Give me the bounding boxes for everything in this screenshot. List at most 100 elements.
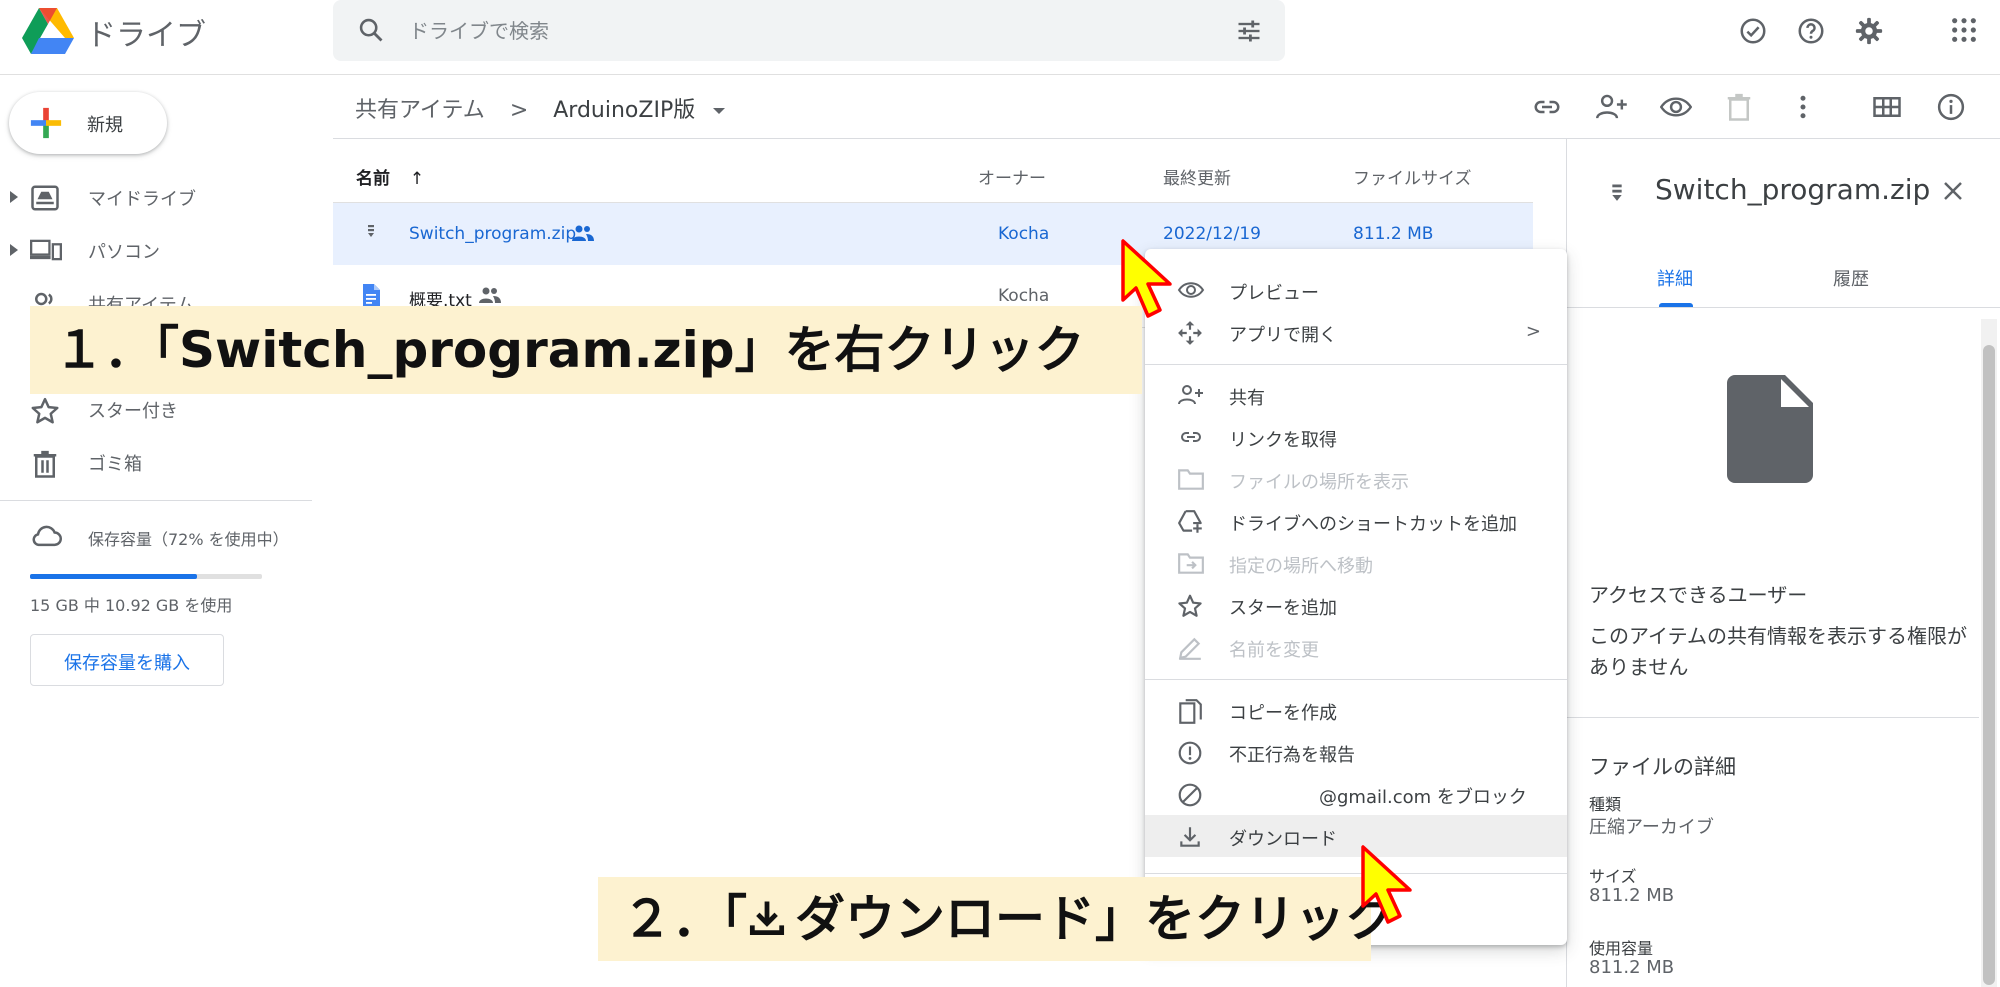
preview-eye-icon[interactable] [1660, 92, 1692, 122]
menu-item-open-with[interactable]: アプリで開く > [1145, 311, 1567, 353]
drive-logo-icon[interactable] [22, 8, 74, 54]
menu-divider [1145, 873, 1567, 874]
menu-item-label: アプリで開く [1229, 325, 1337, 346]
sidebar-item-label: パソコン [88, 242, 160, 263]
help-icon[interactable] [1796, 16, 1826, 46]
search-input[interactable] [407, 12, 1171, 50]
menu-item-get-link[interactable]: リンクを取得 [1145, 416, 1567, 458]
eye-icon [1177, 278, 1205, 302]
menu-item-label: スターを追加 [1229, 598, 1337, 619]
menu-item-block-user[interactable]: @gmail.com をブロック [1145, 773, 1567, 815]
download-icon [1177, 824, 1203, 850]
block-icon [1177, 782, 1203, 808]
menu-item-share[interactable]: 共有 [1145, 374, 1567, 416]
menu-divider [1145, 679, 1567, 680]
share-person-add-icon[interactable] [1596, 92, 1628, 122]
folder-icon [1177, 467, 1205, 491]
download-icon [745, 896, 789, 940]
close-icon[interactable] [1941, 179, 1965, 203]
menu-item-label: コピーを作成 [1229, 703, 1337, 724]
column-header-modified[interactable]: 最終更新 [1163, 164, 1231, 189]
sidebar-item-label: スター付き [88, 401, 178, 422]
column-header-label: 名前 [356, 169, 390, 189]
column-header-name[interactable]: 名前 ↑ [356, 164, 424, 189]
copy-icon [1177, 698, 1203, 726]
section-divider [1567, 717, 1979, 718]
breadcrumb: 共有アイテム > ArduinoZIP版 [355, 92, 726, 124]
star-icon [1177, 593, 1203, 619]
trash-icon [30, 449, 60, 479]
person-add-icon [1177, 383, 1205, 407]
detail-key-size: サイズ [1589, 867, 1637, 886]
cursor-arrow-icon [1360, 844, 1418, 928]
expand-caret-icon[interactable] [8, 190, 20, 204]
buy-storage-button[interactable]: 保存容量を購入 [30, 634, 224, 686]
storage-label[interactable]: 保存容量（72% を使用中） [88, 526, 289, 550]
info-icon[interactable] [1936, 92, 1966, 122]
menu-item-move: 指定の場所へ移動 [1145, 542, 1567, 584]
menu-item-add-shortcut[interactable]: ドライブへのショートカットを追加 [1145, 500, 1567, 542]
column-header-size[interactable]: ファイルサイズ [1353, 164, 1472, 189]
breadcrumb-current[interactable]: ArduinoZIP版 [553, 98, 695, 123]
expand-caret-icon[interactable] [8, 243, 20, 257]
plus-icon [29, 106, 63, 140]
breadcrumb-parent[interactable]: 共有アイテム [355, 98, 485, 123]
new-button[interactable]: 新規 [9, 92, 167, 154]
apps-grid-icon[interactable] [1950, 16, 1978, 44]
breadcrumb-separator: > [509, 98, 529, 123]
column-header-owner[interactable]: オーナー [978, 164, 1046, 189]
pencil-icon [1177, 635, 1203, 661]
detail-key-storage-used: 使用容量 [1589, 939, 1654, 958]
search-box[interactable] [333, 0, 1285, 61]
access-text: このアイテムの共有情報を表示する権限がありません [1589, 624, 1967, 679]
grid-view-icon[interactable] [1872, 92, 1902, 122]
add-shortcut-icon [1177, 509, 1205, 535]
menu-item-label: ファイルの場所を表示 [1229, 472, 1409, 493]
tab-history[interactable]: 履歴 [1833, 265, 1869, 291]
context-menu: プレビュー アプリで開く > 共有 リンクを取得 ファイルの場所を表示 ドライブ… [1145, 249, 1567, 945]
details-scrollbar[interactable] [1981, 319, 1997, 987]
sidebar-item-trash[interactable]: ゴミ箱 [0, 437, 330, 487]
sidebar-item-my-drive[interactable]: マイドライブ [0, 172, 330, 222]
new-button-label: 新規 [87, 115, 123, 136]
move-icon [1177, 551, 1205, 575]
menu-item-report-abuse[interactable]: 不正行為を報告 [1145, 731, 1567, 773]
detail-value-type: 圧縮アーカイブ [1589, 817, 1714, 838]
file-name: Switch_program.zip [409, 224, 577, 244]
search-icon[interactable] [357, 16, 385, 44]
breadcrumb-dropdown-icon[interactable] [712, 106, 726, 116]
menu-item-label: @gmail.com をブロック [1319, 787, 1527, 808]
callout-step-2-prefix: ２．「 [622, 890, 747, 948]
instruction-callout-step-1: １．「Switch_program.zip」を右クリック [30, 306, 1142, 394]
menu-item-add-star[interactable]: スターを追加 [1145, 584, 1567, 626]
more-actions-icon[interactable] [1788, 92, 1818, 122]
detail-value-size: 811.2 MB [1589, 885, 1675, 906]
remove-trash-icon[interactable] [1724, 92, 1754, 122]
file-owner: Kocha [998, 224, 1050, 244]
menu-item-preview[interactable]: プレビュー [1145, 269, 1567, 311]
menu-item-label: 不正行為を報告 [1229, 745, 1355, 766]
get-link-icon[interactable] [1532, 92, 1562, 122]
search-options-icon[interactable] [1235, 17, 1263, 45]
storage-usage-bar [30, 574, 262, 579]
ready-for-offline-icon[interactable] [1738, 16, 1768, 46]
menu-item-label: リンクを取得 [1229, 430, 1337, 451]
zip-file-icon [361, 221, 381, 245]
file-size: 811.2 MB [1353, 224, 1434, 244]
sort-arrow-icon[interactable]: ↑ [410, 169, 424, 189]
scrollbar-thumb[interactable] [1983, 345, 1995, 985]
settings-gear-icon[interactable] [1854, 16, 1884, 46]
report-icon [1177, 740, 1203, 766]
file-details-title: ファイルの詳細 [1589, 755, 1736, 779]
tab-details[interactable]: 詳細 [1657, 265, 1693, 291]
file-owner: Kocha [998, 286, 1050, 306]
product-name[interactable]: ドライブ [86, 10, 206, 54]
access-title: アクセスできるユーザー [1589, 583, 1808, 607]
callout-step-2-suffix: ダウンロード」をクリック [795, 890, 1395, 948]
zip-file-icon [1605, 181, 1629, 209]
instruction-callout-step-2: ２．「 ダウンロード」をクリック [598, 877, 1395, 961]
open-with-icon [1177, 320, 1203, 346]
sidebar-item-computers[interactable]: パソコン [0, 225, 330, 275]
menu-item-make-copy[interactable]: コピーを作成 [1145, 689, 1567, 731]
menu-item-download[interactable]: ダウンロード [1145, 815, 1567, 857]
